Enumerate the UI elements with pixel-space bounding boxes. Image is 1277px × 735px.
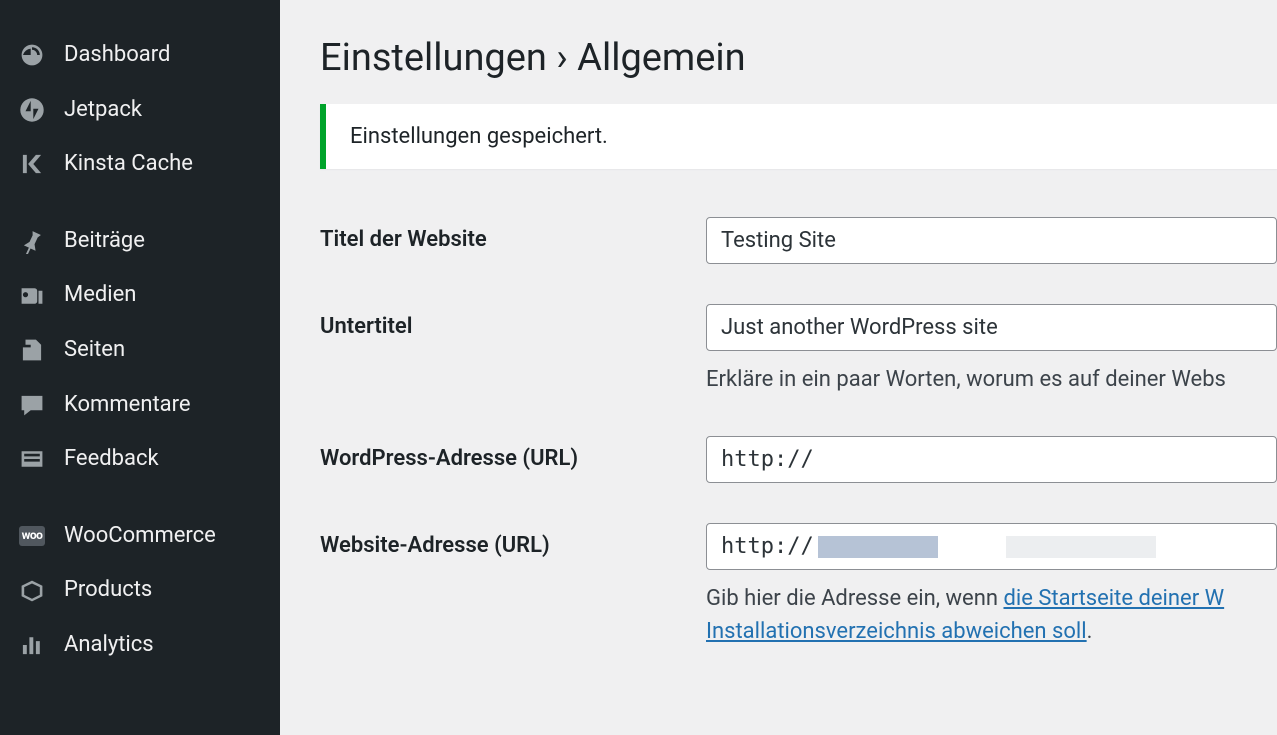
input-site-title[interactable]	[706, 217, 1277, 264]
row-site-title: Titel der Website	[320, 217, 1277, 264]
sidebar-item-label: Medien	[64, 281, 136, 310]
products-icon	[18, 577, 46, 605]
sidebar-item-jetpack[interactable]: Jetpack	[0, 83, 280, 138]
sidebar-item-woocommerce[interactable]: woo WooCommerce	[0, 509, 280, 564]
main-content: Einstellungen › Allgemein Einstellungen …	[280, 0, 1277, 735]
sidebar-item-label: Kinsta Cache	[64, 150, 193, 179]
tagline-description: Erkläre in ein paar Worten, worum es auf…	[706, 363, 1277, 396]
notice-text: Einstellungen gespeichert.	[350, 124, 608, 149]
input-site-url[interactable]: http://	[706, 523, 1277, 570]
analytics-icon	[18, 631, 46, 659]
kinsta-icon	[18, 150, 46, 178]
sidebar-item-kinsta[interactable]: Kinsta Cache	[0, 137, 280, 192]
sidebar-item-pages[interactable]: Seiten	[0, 323, 280, 378]
pin-icon	[18, 227, 46, 255]
label-tagline: Untertitel	[320, 304, 706, 339]
redacted-segment	[818, 536, 938, 558]
row-site-url: Website-Adresse (URL) http:// Gib hier d…	[320, 523, 1277, 648]
sidebar-item-products[interactable]: Products	[0, 563, 280, 618]
sidebar-item-label: Dashboard	[64, 41, 170, 70]
input-wp-url[interactable]	[706, 436, 1277, 483]
label-site-url: Website-Adresse (URL)	[320, 523, 706, 558]
comment-icon	[18, 391, 46, 419]
dashboard-icon	[18, 41, 46, 69]
sidebar-separator	[0, 487, 280, 509]
sidebar-item-media[interactable]: Medien	[0, 268, 280, 323]
media-icon	[18, 282, 46, 310]
admin-sidebar: Dashboard Jetpack Kinsta Cache Beiträge …	[0, 0, 280, 735]
sidebar-item-posts[interactable]: Beiträge	[0, 214, 280, 269]
sidebar-item-analytics[interactable]: Analytics	[0, 618, 280, 673]
input-tagline[interactable]	[706, 304, 1277, 351]
site-url-description: Gib hier die Adresse ein, wenn die Start…	[706, 582, 1277, 648]
site-url-help-link[interactable]: die Startseite deiner W	[1003, 586, 1224, 611]
row-wp-url: WordPress-Adresse (URL)	[320, 436, 1277, 483]
sidebar-item-dashboard[interactable]: Dashboard	[0, 28, 280, 83]
feedback-icon	[18, 445, 46, 473]
redacted-segment	[1006, 536, 1156, 558]
sidebar-item-feedback[interactable]: Feedback	[0, 432, 280, 487]
jetpack-icon	[18, 96, 46, 124]
woocommerce-icon: woo	[18, 522, 46, 550]
sidebar-item-label: Kommentare	[64, 391, 191, 420]
label-wp-url: WordPress-Adresse (URL)	[320, 436, 706, 471]
sidebar-item-label: Beiträge	[64, 227, 145, 256]
settings-saved-notice: Einstellungen gespeichert.	[320, 104, 1277, 169]
sidebar-separator	[0, 192, 280, 214]
page-title: Einstellungen › Allgemein	[320, 36, 1277, 80]
sidebar-item-comments[interactable]: Kommentare	[0, 378, 280, 433]
row-tagline: Untertitel Erkläre in ein paar Worten, w…	[320, 304, 1277, 396]
sidebar-item-label: Jetpack	[64, 96, 142, 125]
pages-icon	[18, 336, 46, 364]
sidebar-item-label: Seiten	[64, 336, 125, 365]
label-site-title: Titel der Website	[320, 217, 706, 252]
sidebar-item-label: Analytics	[64, 631, 154, 660]
sidebar-item-label: WooCommerce	[64, 522, 216, 551]
site-url-help-link-2[interactable]: Installationsverzeichnis abweichen soll	[706, 619, 1087, 644]
sidebar-item-label: Feedback	[64, 445, 159, 474]
sidebar-item-label: Products	[64, 576, 152, 605]
